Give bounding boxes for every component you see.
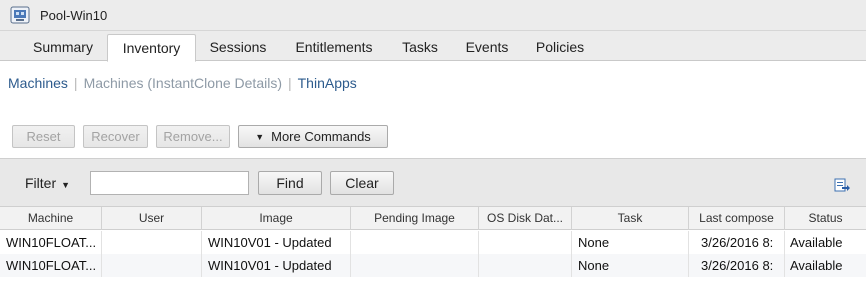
desktop-pool-icon — [10, 6, 30, 24]
tab-events[interactable]: Events — [457, 34, 517, 62]
cell-status: Available — [790, 235, 843, 250]
recover-button[interactable]: Recover — [83, 125, 148, 148]
dropdown-triangle-icon: ▼ — [255, 131, 265, 142]
table-row[interactable]: WIN10FLOAT... WIN10V01 - Updated None 3/… — [0, 254, 866, 277]
column-header-status[interactable]: Status — [785, 207, 866, 230]
column-header-last-compose[interactable]: Last compose — [689, 207, 785, 230]
title-bar: Pool-Win10 — [0, 0, 866, 31]
inventory-subnav: Machines | Machines (InstantClone Details)… — [8, 75, 357, 91]
cell-pending-image — [351, 231, 479, 254]
cell-user — [102, 231, 202, 254]
cell-last-compose: 3/26/2016 8: — [689, 231, 785, 254]
column-header-os-disk[interactable]: OS Disk Dat... — [479, 207, 572, 230]
filter-bar: Filter ▼ Find Clear — [0, 158, 866, 207]
table-row[interactable]: WIN10FLOAT... WIN10V01 - Updated None 3/… — [0, 231, 866, 254]
filter-input[interactable] — [90, 171, 249, 195]
column-header-user[interactable]: User — [102, 207, 202, 230]
cell-user — [102, 254, 202, 277]
find-button[interactable]: Find — [258, 171, 322, 195]
cell-status: Available — [790, 258, 843, 273]
cell-machine: WIN10FLOAT... — [0, 231, 102, 254]
tab-policies[interactable]: Policies — [527, 34, 593, 62]
cell-task: None — [572, 254, 689, 277]
caret-down-icon: ▼ — [61, 180, 71, 190]
cell-os-disk — [479, 254, 572, 277]
pool-title: Pool-Win10 — [40, 7, 108, 23]
reset-button[interactable]: Reset — [12, 125, 75, 148]
tab-sessions[interactable]: Sessions — [198, 34, 278, 62]
filter-dropdown[interactable]: Filter ▼ — [25, 175, 70, 191]
cell-image: WIN10V01 - Updated — [202, 254, 351, 277]
tab-inventory[interactable]: Inventory — [107, 34, 196, 62]
column-header-image[interactable]: Image — [202, 207, 351, 230]
clear-button[interactable]: Clear — [330, 171, 394, 195]
cell-image: WIN10V01 - Updated — [202, 231, 351, 254]
cell-last-compose: 3/26/2016 8: — [689, 254, 785, 277]
filter-label: Filter — [25, 175, 57, 191]
subnav-separator: | — [73, 75, 78, 91]
more-commands-button[interactable]: ▼ More Commands — [238, 125, 388, 148]
more-commands-label: More Commands — [271, 129, 371, 144]
machines-table: Machine User Image Pending Image OS Disk… — [0, 207, 866, 286]
cell-machine: WIN10FLOAT... — [0, 254, 102, 277]
column-header-task[interactable]: Task — [572, 207, 689, 230]
subnav-thinapps[interactable]: ThinApps — [298, 75, 357, 91]
inventory-panel: Machines | Machines (InstantClone Details)… — [0, 62, 866, 158]
tab-entitlements[interactable]: Entitlements — [282, 34, 386, 62]
column-header-pending-image[interactable]: Pending Image — [351, 207, 479, 230]
tab-tasks[interactable]: Tasks — [392, 34, 448, 62]
column-header-machine[interactable]: Machine — [0, 207, 102, 230]
cell-pending-image — [351, 254, 479, 277]
subnav-instantclone-details[interactable]: Machines (InstantClone Details) — [84, 75, 282, 91]
subnav-machines[interactable]: Machines — [8, 75, 68, 91]
remove-button[interactable]: Remove... — [156, 125, 230, 148]
export-icon[interactable] — [834, 177, 850, 193]
cell-task: None — [572, 231, 689, 254]
subnav-separator: | — [287, 75, 292, 91]
cell-os-disk — [479, 231, 572, 254]
tab-summary[interactable]: Summary — [20, 34, 106, 62]
table-header: Machine User Image Pending Image OS Disk… — [0, 207, 866, 230]
tab-bar: Summary Inventory Sessions Entitlements … — [0, 31, 866, 62]
